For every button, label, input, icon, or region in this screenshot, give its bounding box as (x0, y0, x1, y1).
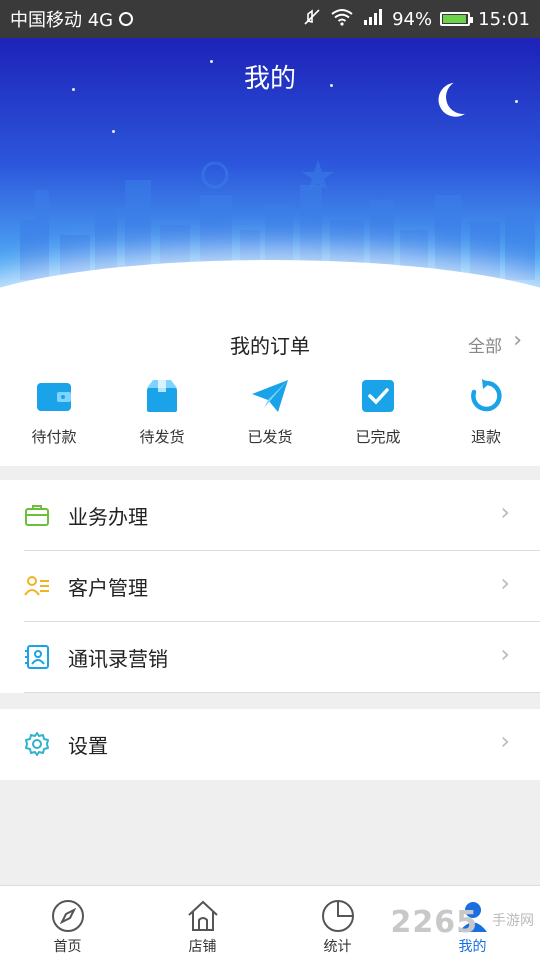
tab-label: 店铺 (188, 939, 217, 955)
menu-item-label: 业务办理 (68, 505, 148, 529)
my-orders-header: 我的订单 全部 › (0, 320, 540, 364)
my-orders-title: 我的订单 (230, 334, 310, 358)
wifi-icon (330, 8, 354, 31)
order-status-label: 已发货 (247, 428, 293, 446)
carrier-label: 中国移动 4G (10, 10, 114, 31)
page-title: 我的 (243, 64, 296, 94)
order-status-list: 待付款 待发货 已发货 已完成 退款 (0, 376, 540, 447)
chevron-right-icon: › (500, 569, 510, 597)
order-status-refund[interactable]: 退款 (432, 376, 540, 447)
profile-header-banner: 我的 (0, 38, 540, 320)
status-bar: 中国移动 4G 94% 15:01 (0, 0, 540, 38)
menu-group-business: 业务办理 › 客户管理 › 通讯录营销 › (0, 480, 540, 693)
order-status-label: 退款 (470, 428, 501, 446)
mute-icon (302, 7, 322, 32)
contacts-icon (24, 644, 50, 670)
clock: 15:01 (478, 8, 530, 30)
refund-icon (432, 376, 540, 416)
battery-icon (440, 12, 474, 26)
order-status-label: 已完成 (355, 428, 401, 446)
order-status-pending-shipment[interactable]: 待发货 (108, 376, 216, 447)
tab-label: 首页 (53, 939, 82, 955)
order-status-label: 待发货 (139, 428, 185, 446)
chevron-right-icon: › (500, 498, 510, 526)
my-orders-section: 我的订单 全部 › 待付款 待发货 已发货 已完成 退款 (0, 320, 540, 466)
briefcase-icon (24, 502, 50, 528)
divider (24, 692, 540, 693)
gear-icon (24, 731, 50, 757)
star-decoration (515, 100, 518, 103)
menu-item-label: 设置 (68, 734, 108, 758)
chevron-right-icon: › (500, 727, 510, 755)
watermark-text: 手游网 (492, 913, 534, 929)
star-decoration (112, 130, 115, 133)
signal-icon (362, 8, 384, 31)
menu-item-label: 通讯录营销 (68, 647, 168, 671)
chevron-right-icon[interactable]: › (513, 328, 522, 353)
menu-item-business-handling[interactable]: 业务办理 › (0, 480, 540, 551)
checkbox-icon (324, 376, 432, 416)
tab-home[interactable]: 首页 (0, 886, 135, 961)
menu-item-customer-management[interactable]: 客户管理 › (0, 551, 540, 622)
wallet-icon (0, 376, 108, 416)
customer-icon (24, 573, 50, 599)
order-status-shipped[interactable]: 已发货 (216, 376, 324, 447)
tab-statistics[interactable]: 统计 (270, 886, 405, 961)
menu-item-contacts-marketing[interactable]: 通讯录营销 › (0, 622, 540, 693)
notification-icon (119, 12, 134, 26)
tab-label: 统计 (323, 939, 352, 955)
tab-store[interactable]: 店铺 (135, 886, 270, 961)
chevron-right-icon: › (500, 640, 510, 668)
watermark-logo: 2265 (390, 905, 478, 940)
battery-percent: 94% (392, 8, 433, 30)
home-icon (135, 896, 270, 936)
paper-plane-icon (216, 376, 324, 416)
compass-icon (0, 896, 135, 936)
box-icon (108, 376, 216, 416)
menu-item-settings[interactable]: 设置 › (0, 709, 540, 780)
pie-chart-icon (270, 896, 405, 936)
all-orders-link[interactable]: 全部 (468, 332, 502, 357)
order-status-completed[interactable]: 已完成 (324, 376, 432, 447)
menu-group-settings: 设置 › (0, 709, 540, 780)
order-status-label: 待付款 (31, 428, 77, 446)
menu-item-label: 客户管理 (68, 576, 148, 600)
order-status-pending-payment[interactable]: 待付款 (0, 376, 108, 447)
